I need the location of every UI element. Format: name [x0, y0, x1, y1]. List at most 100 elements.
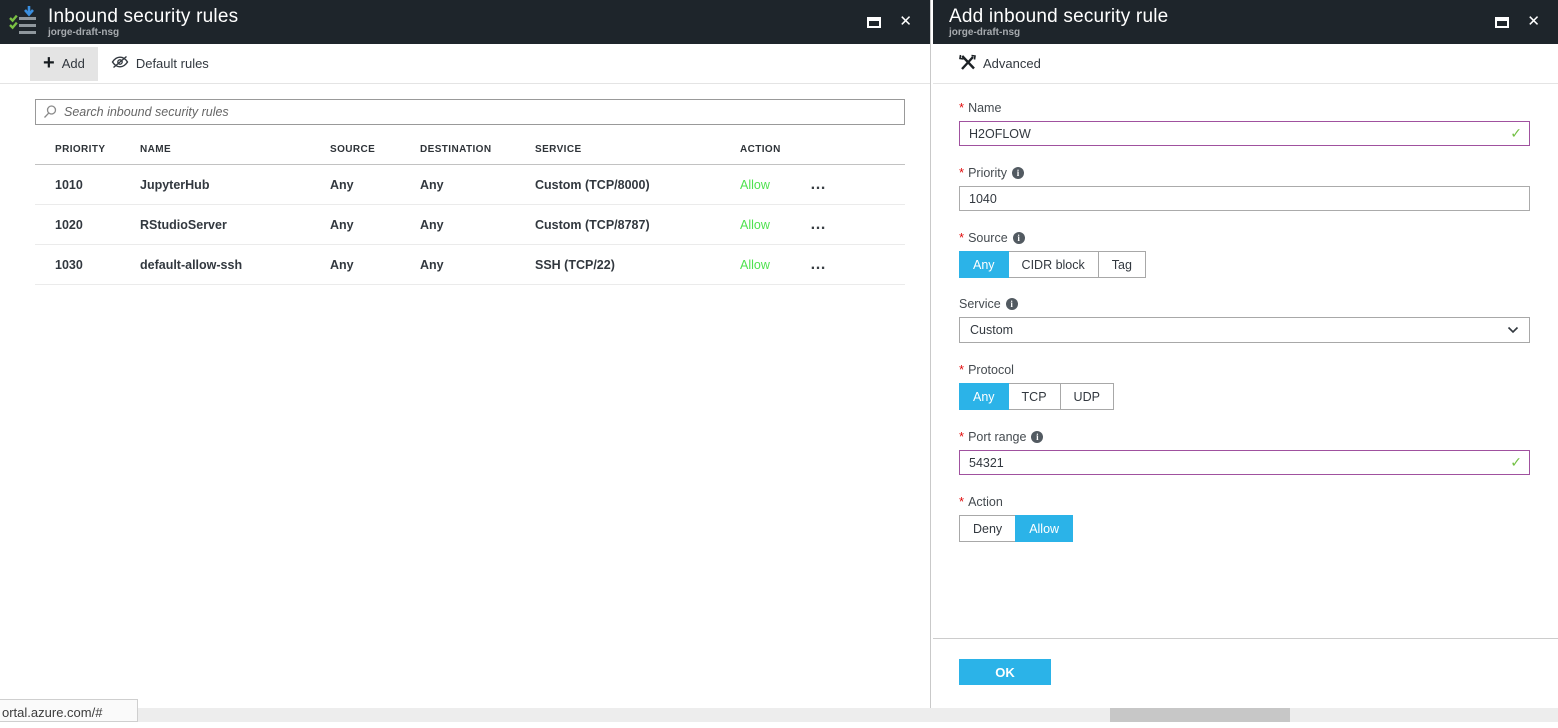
- col-priority: PRIORITY: [55, 144, 140, 155]
- right-blade-subtitle: jorge-draft-nsg: [949, 27, 1168, 39]
- service-label: Service i: [959, 297, 1530, 311]
- default-rules-button[interactable]: Default rules: [98, 47, 222, 81]
- horizontal-scrollbar-thumb[interactable]: [1110, 708, 1290, 722]
- close-icon[interactable]: ✕: [899, 15, 912, 29]
- port-range-input[interactable]: [959, 450, 1530, 475]
- right-blade-header: Add inbound security rule jorge-draft-ns…: [933, 0, 1558, 44]
- action-toggle: Deny Allow: [959, 515, 1073, 542]
- advanced-button[interactable]: Advanced: [959, 47, 1054, 81]
- name-input[interactable]: [959, 121, 1530, 146]
- more-options-icon[interactable]: …: [810, 261, 885, 269]
- cell-service: Custom (TCP/8787): [535, 218, 740, 232]
- valid-check-icon: ✓: [1510, 125, 1522, 142]
- info-icon[interactable]: i: [1031, 431, 1043, 443]
- inbound-security-rules-blade: Inbound security rules jorge-draft-nsg ✕…: [0, 0, 931, 708]
- table-row[interactable]: 1030 default-allow-ssh Any Any SSH (TCP/…: [35, 245, 905, 285]
- protocol-toggle: Any TCP UDP: [959, 383, 1114, 410]
- ok-button[interactable]: OK: [959, 659, 1051, 685]
- tools-icon: [959, 54, 976, 74]
- cell-destination: Any: [420, 218, 535, 232]
- cell-source: Any: [330, 258, 420, 272]
- info-icon[interactable]: i: [1006, 298, 1018, 310]
- table-row[interactable]: 1010 JupyterHub Any Any Custom (TCP/8000…: [35, 165, 905, 205]
- chevron-down-icon: [1507, 323, 1519, 337]
- action-option-deny[interactable]: Deny: [959, 515, 1016, 542]
- cell-service: Custom (TCP/8000): [535, 178, 740, 192]
- service-field-group: Service i Custom: [959, 297, 1530, 343]
- required-marker: *: [959, 494, 964, 509]
- valid-check-icon: ✓: [1510, 454, 1522, 471]
- default-rules-label: Default rules: [136, 56, 209, 71]
- search-input[interactable]: [35, 99, 905, 125]
- table-row[interactable]: 1020 RStudioServer Any Any Custom (TCP/8…: [35, 205, 905, 245]
- advanced-label: Advanced: [983, 56, 1041, 71]
- name-field-group: * Name ✓: [959, 100, 1530, 146]
- plus-icon: +: [43, 54, 55, 72]
- service-selected-value: Custom: [970, 323, 1013, 337]
- left-blade-subtitle: jorge-draft-nsg: [48, 27, 238, 39]
- source-field-group: * Source i Any CIDR block Tag: [959, 230, 1530, 278]
- cell-source: Any: [330, 178, 420, 192]
- add-rule-form: * Name ✓ * Priority i * Source i: [933, 84, 1558, 542]
- more-options-icon[interactable]: …: [810, 181, 885, 189]
- port-range-field-group: * Port range i ✓: [959, 429, 1530, 475]
- protocol-option-tcp[interactable]: TCP: [1008, 383, 1061, 410]
- col-source: SOURCE: [330, 144, 420, 155]
- info-icon[interactable]: i: [1012, 167, 1024, 179]
- cell-service: SSH (TCP/22): [535, 258, 740, 272]
- info-icon[interactable]: i: [1013, 232, 1025, 244]
- horizontal-scrollbar[interactable]: [0, 708, 1558, 722]
- required-marker: *: [959, 362, 964, 377]
- add-button[interactable]: + Add: [30, 47, 98, 81]
- cell-action: Allow: [740, 218, 810, 232]
- left-blade-header: Inbound security rules jorge-draft-nsg ✕: [0, 0, 930, 44]
- nsg-rules-icon: [8, 4, 40, 41]
- protocol-option-udp[interactable]: UDP: [1060, 383, 1114, 410]
- cell-priority: 1030: [55, 258, 140, 272]
- cell-priority: 1020: [55, 218, 140, 232]
- more-options-icon[interactable]: …: [810, 221, 885, 229]
- col-destination: DESTINATION: [420, 144, 535, 155]
- priority-field-group: * Priority i: [959, 165, 1530, 211]
- left-toolbar: + Add Default rules: [0, 44, 930, 84]
- form-footer: OK: [933, 638, 1558, 708]
- source-option-tag[interactable]: Tag: [1098, 251, 1146, 278]
- col-action: ACTION: [740, 144, 810, 155]
- source-option-any[interactable]: Any: [959, 251, 1009, 278]
- source-label: * Source i: [959, 230, 1530, 245]
- eye-slash-icon: [111, 55, 129, 72]
- right-toolbar: Advanced: [933, 44, 1558, 84]
- close-icon[interactable]: ✕: [1527, 15, 1540, 29]
- add-inbound-rule-blade: Add inbound security rule jorge-draft-ns…: [933, 0, 1558, 708]
- cell-action: Allow: [740, 178, 810, 192]
- priority-input[interactable]: [959, 186, 1530, 211]
- maximize-icon[interactable]: [867, 17, 881, 28]
- cell-destination: Any: [420, 178, 535, 192]
- action-option-allow[interactable]: Allow: [1015, 515, 1073, 542]
- service-select[interactable]: Custom: [959, 317, 1530, 343]
- cell-action: Allow: [740, 258, 810, 272]
- required-marker: *: [959, 429, 964, 444]
- table-header-row: PRIORITY NAME SOURCE DESTINATION SERVICE…: [35, 135, 905, 165]
- priority-label: * Priority i: [959, 165, 1530, 180]
- source-toggle: Any CIDR block Tag: [959, 251, 1146, 278]
- name-label: * Name: [959, 100, 1530, 115]
- add-button-label: Add: [62, 56, 85, 71]
- source-option-cidr-block[interactable]: CIDR block: [1008, 251, 1099, 278]
- col-service: SERVICE: [535, 144, 740, 155]
- right-blade-title: Add inbound security rule: [949, 6, 1168, 27]
- maximize-icon[interactable]: [1495, 17, 1509, 28]
- left-blade-title: Inbound security rules: [48, 6, 238, 27]
- required-marker: *: [959, 100, 964, 115]
- port-range-label: * Port range i: [959, 429, 1530, 444]
- protocol-option-any[interactable]: Any: [959, 383, 1009, 410]
- protocol-field-group: * Protocol Any TCP UDP: [959, 362, 1530, 410]
- rules-table: PRIORITY NAME SOURCE DESTINATION SERVICE…: [35, 135, 905, 285]
- col-name: NAME: [140, 144, 330, 155]
- cell-priority: 1010: [55, 178, 140, 192]
- cell-destination: Any: [420, 258, 535, 272]
- action-label: * Action: [959, 494, 1530, 509]
- cell-source: Any: [330, 218, 420, 232]
- cell-name: default-allow-ssh: [140, 258, 330, 272]
- required-marker: *: [959, 165, 964, 180]
